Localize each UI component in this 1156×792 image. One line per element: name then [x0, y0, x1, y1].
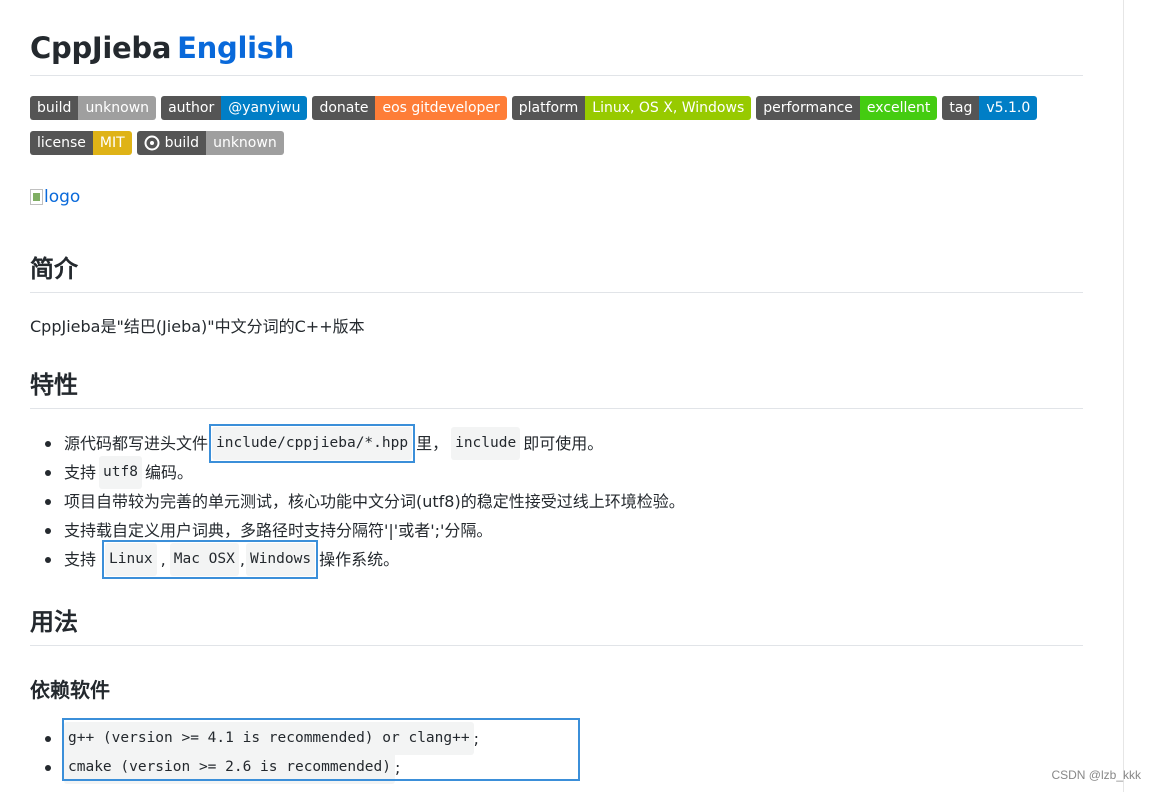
inline-code: include [451, 427, 521, 460]
badge-platform[interactable]: platform Linux, OS X, Windows [511, 96, 752, 120]
list-item-tail: ; [473, 729, 479, 748]
feature-text: 里， [416, 434, 449, 453]
badge-label: build [30, 96, 79, 120]
scrollbar-edge [1123, 0, 1124, 792]
usage-divider [30, 645, 1083, 646]
list-item: 项目自带较为完善的单元测试，核心功能中文分词(utf8)的稳定性接受过线上环境检… [30, 487, 685, 516]
title-text: CppJieba [30, 31, 172, 65]
highlight-box: Linux , Mac OSX , Windows [102, 540, 319, 579]
badge-label: license [30, 131, 93, 155]
feature-text: 操作系统。 [319, 550, 400, 569]
list-item: 支持 Linux , Mac OSX , Windows 操作系统。 [30, 540, 685, 579]
badge-value: eos gitdeveloper [375, 96, 507, 120]
intro-text: CppJieba是"结巴(Jieba)"中文分词的C++版本 [30, 317, 365, 336]
badge-tag[interactable]: tag v5.1.0 [942, 96, 1038, 120]
badges-row-2: license MIT build unknown [30, 131, 284, 155]
inline-code: Windows [245, 543, 316, 576]
badge-value: excellent [859, 96, 938, 120]
badge-value: unknown [206, 131, 284, 155]
badge-donate[interactable]: donate eos gitdeveloper [312, 96, 507, 120]
title-divider [30, 75, 1083, 76]
dependencies-heading: 依赖软件 [30, 678, 110, 702]
badge-label: build [136, 131, 207, 155]
features-list: 源代码都写进头文件 include/cppjieba/*.hpp 里， incl… [30, 424, 685, 579]
github-actions-icon [144, 135, 160, 151]
separator: , [160, 550, 166, 569]
badge-value: unknown [78, 96, 157, 120]
list-item-tail: ; [395, 758, 401, 777]
badge-label-text: platform [518, 100, 579, 116]
badge-label: tag [942, 96, 980, 120]
badge-label: donate [312, 96, 376, 120]
feature-text: 编码。 [144, 463, 193, 482]
logo-alt-text: logo [44, 187, 81, 207]
badge-label: platform [511, 96, 586, 120]
badge-value: Linux, OS X, Windows [585, 96, 752, 120]
badge-value: @yanyiwu [221, 96, 308, 120]
badge-label-text: donate [319, 100, 369, 116]
feature-text: 即可使用。 [523, 434, 604, 453]
page-title: CppJieba English [30, 30, 294, 66]
list-item: g++ (version >= 4.1 is recommended) or c… [30, 722, 479, 755]
watermark: CSDN @lzb_kkk [1051, 768, 1141, 782]
feature-text: 支持 [64, 463, 97, 482]
badge-label-text: license [37, 135, 86, 151]
feature-text: 支持 [64, 550, 97, 569]
dependencies-list: g++ (version >= 4.1 is recommended) or c… [30, 722, 479, 784]
badges-row-1: build unknown author @yanyiwu donate eos gitd… [30, 96, 1038, 120]
inline-code: Linux [105, 543, 157, 576]
separator: , [239, 550, 245, 569]
badge-value: MIT [92, 131, 132, 155]
badge-build[interactable]: build unknown [30, 96, 157, 120]
badge-author[interactable]: author @yanyiwu [161, 96, 308, 120]
feature-text: 项目自带较为完善的单元测试，核心功能中文分词(utf8)的稳定性接受过线上环境检… [64, 492, 685, 511]
badge-license[interactable]: license MIT [30, 131, 132, 155]
english-link[interactable]: English [177, 31, 294, 65]
logo-image-link[interactable]: logo [30, 187, 80, 207]
usage-heading: 用法 [30, 608, 78, 636]
badge-value: v5.1.0 [979, 96, 1038, 120]
badge-performance[interactable]: performance excellent [756, 96, 938, 120]
features-heading: 特性 [30, 371, 78, 399]
inline-code: utf8 [99, 456, 142, 489]
features-divider [30, 408, 1083, 409]
inline-code: cmake (version >= 2.6 is recommended) [64, 751, 396, 784]
broken-image-icon [30, 189, 43, 205]
list-item: cmake (version >= 2.6 is recommended) ; [30, 751, 479, 784]
badge-label-text: build [37, 100, 72, 116]
list-item: 源代码都写进头文件 include/cppjieba/*.hpp 里， incl… [30, 424, 685, 463]
badge-build[interactable]: build unknown [136, 131, 284, 155]
feature-text: 源代码都写进头文件 [64, 434, 209, 453]
badge-label-text: author [168, 100, 215, 116]
badge-label: performance [756, 96, 860, 120]
intro-heading: 简介 [30, 255, 78, 283]
badge-label-text: tag [949, 100, 973, 116]
badge-label-text: build [164, 135, 200, 151]
badge-label-text: performance [763, 100, 853, 116]
inline-code: Mac OSX [169, 543, 239, 576]
list-item: 支持 utf8 编码。 [30, 456, 685, 489]
intro-divider [30, 292, 1083, 293]
inline-code: include/cppjieba/*.hpp [212, 427, 413, 460]
badge-label: author [161, 96, 222, 120]
